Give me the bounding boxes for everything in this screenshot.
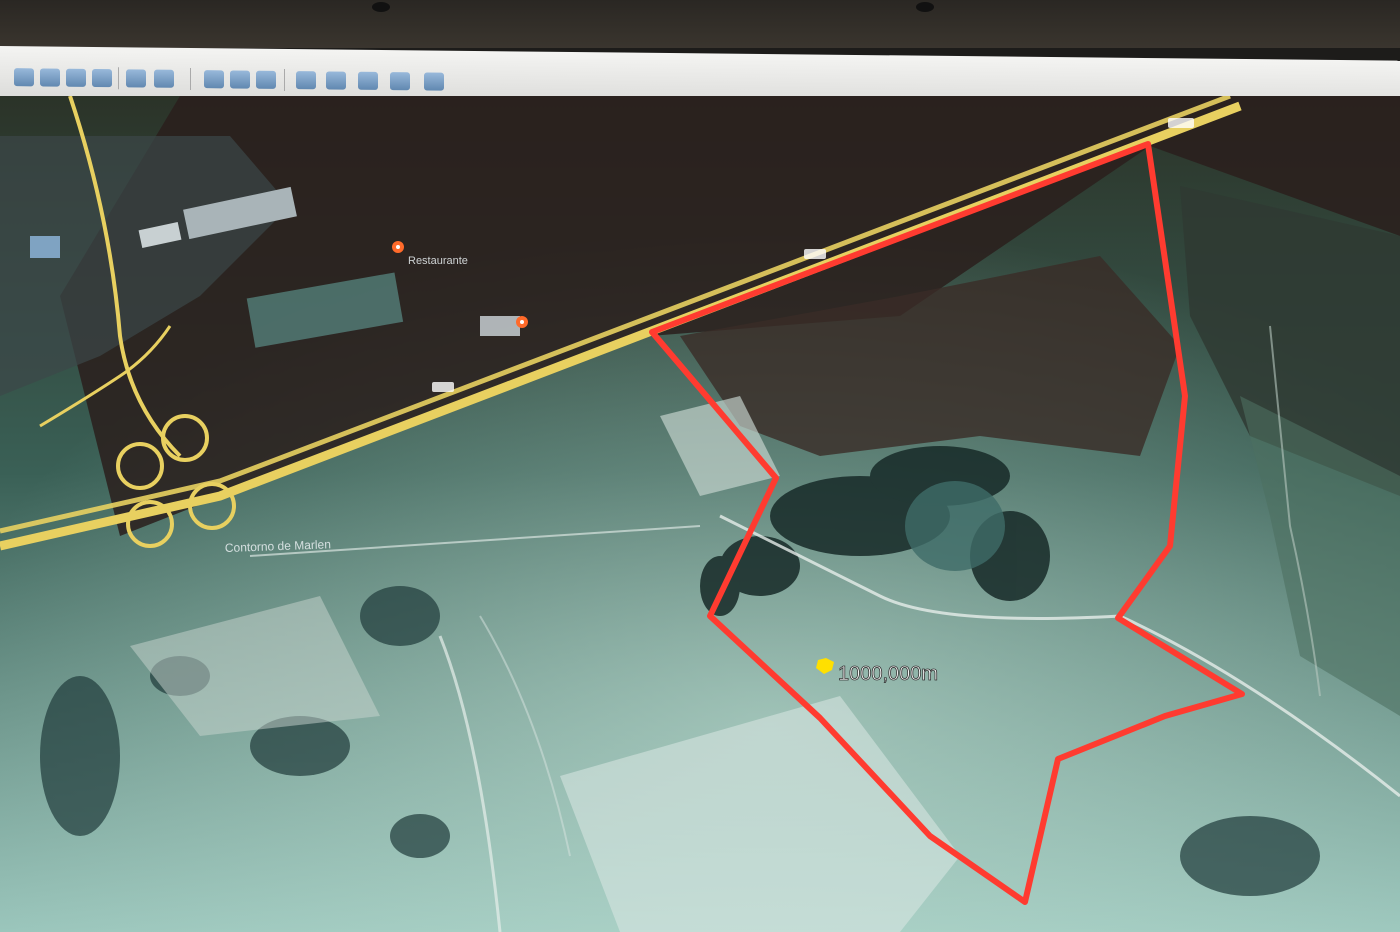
hide-sidebar-icon[interactable] [14, 68, 34, 87]
pond [905, 481, 1005, 571]
ruler-icon[interactable] [296, 71, 316, 90]
save-image-icon[interactable] [390, 72, 410, 91]
road-shield [1168, 118, 1194, 128]
toolbar-separator [118, 67, 119, 90]
historical-imagery-icon[interactable] [204, 70, 224, 89]
place-pin[interactable] [516, 316, 528, 328]
add-path-icon[interactable] [92, 68, 112, 88]
planets-icon[interactable] [256, 70, 276, 89]
restaurant-pin[interactable] [392, 241, 404, 253]
email-icon[interactable] [326, 71, 346, 90]
sun-icon[interactable] [230, 70, 250, 89]
add-image-overlay-icon[interactable] [126, 69, 146, 88]
record-tour-icon[interactable] [154, 69, 174, 88]
building-roof [480, 316, 520, 336]
bezel-dot [916, 2, 934, 12]
road-shield [432, 382, 454, 392]
bezel-dot [372, 2, 390, 12]
satellite-map[interactable]: Restaurante Contorno de Marlen 1000,000m [0, 96, 1400, 932]
building-roof [30, 236, 60, 258]
view-in-maps-icon[interactable] [424, 72, 444, 91]
monitor-bezel [0, 0, 1400, 48]
print-icon[interactable] [358, 71, 378, 90]
add-placemark-icon[interactable] [40, 68, 60, 87]
add-polygon-icon[interactable] [66, 68, 86, 87]
road-shield [804, 249, 826, 259]
area-label[interactable]: 1000,000m [838, 663, 939, 686]
toolbar-separator [190, 67, 191, 91]
toolbar-separator [284, 68, 285, 91]
place-label[interactable]: Restaurante [408, 255, 468, 267]
